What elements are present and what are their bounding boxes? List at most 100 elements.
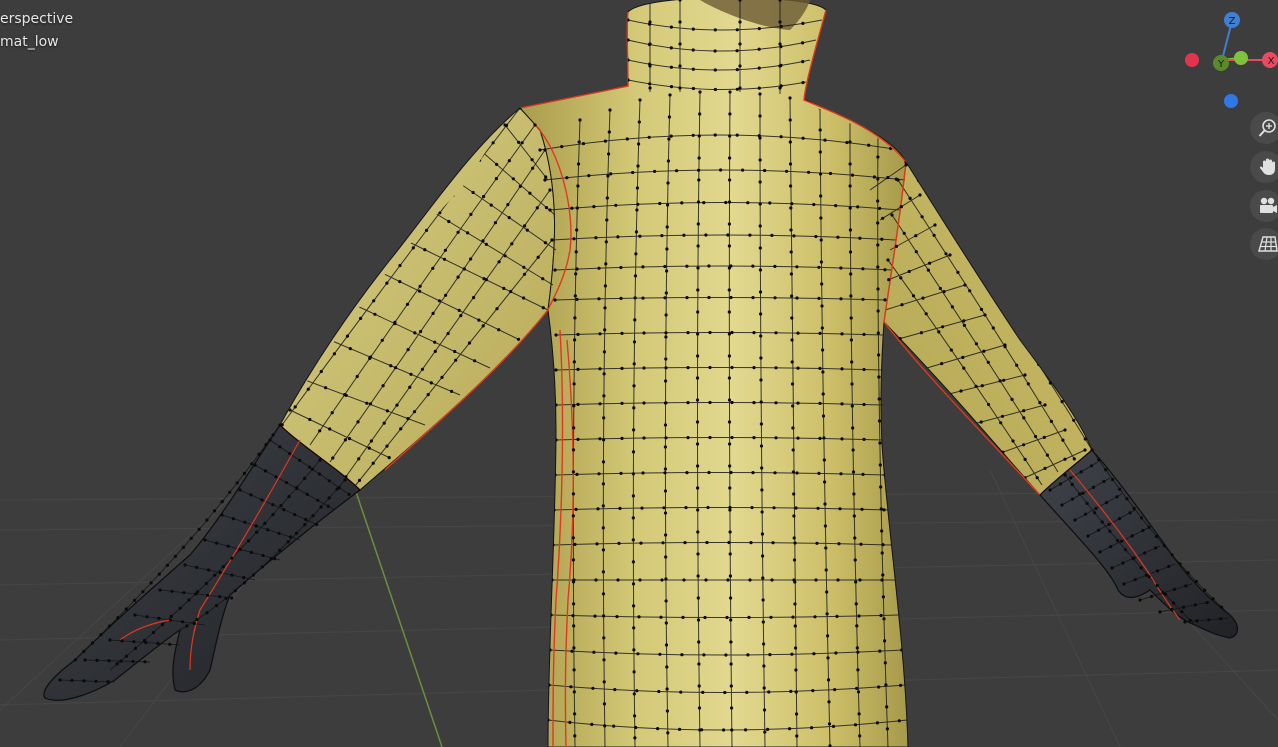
mesh-vertex <box>986 360 990 364</box>
mesh-vertex <box>697 684 701 688</box>
mesh-vertex <box>226 544 230 548</box>
mesh-vertex <box>634 230 639 234</box>
mesh-vertex <box>1048 381 1052 385</box>
mesh-vertex <box>758 180 762 184</box>
mesh-vertex <box>857 614 861 618</box>
mesh-vertex <box>686 331 690 335</box>
mesh-vertex <box>647 135 651 139</box>
gizmo-z-neg[interactable] <box>1224 94 1238 108</box>
mesh-vertex <box>665 247 669 251</box>
mesh-vertex <box>824 568 828 572</box>
mesh-vertex <box>385 409 389 413</box>
mesh-vertex <box>1089 464 1094 468</box>
mesh-vertex <box>986 402 991 407</box>
gizmo-y-label: Y <box>1217 59 1225 70</box>
mesh-vertex <box>1038 401 1042 405</box>
mesh-vertex <box>572 237 576 241</box>
gizmo-y-pos[interactable] <box>1234 51 1248 65</box>
mesh-vertex <box>774 366 778 370</box>
scene-canvas[interactable]: Z Y X <box>0 0 1278 747</box>
mesh-vertex <box>295 486 299 490</box>
mesh-vertex <box>727 398 732 402</box>
mesh-vertex <box>489 203 493 207</box>
mesh-vertex <box>631 494 636 498</box>
mesh-vertex <box>953 233 957 237</box>
mesh-vertex <box>648 20 652 24</box>
mesh-vertex <box>523 224 527 228</box>
mesh-vertex <box>620 331 624 335</box>
mesh-vertex <box>818 172 823 176</box>
axis-gizmo[interactable]: Z Y X <box>1185 12 1278 108</box>
mesh-vertex <box>106 680 110 684</box>
mesh-vertex <box>359 316 363 320</box>
mesh-vertex <box>264 443 268 447</box>
mesh-vertex <box>881 595 886 599</box>
mesh-vertex <box>440 375 444 379</box>
mesh-vertex <box>603 139 608 143</box>
mesh-vertex <box>70 678 74 683</box>
mesh-vertex <box>698 90 702 94</box>
mesh-vertex <box>831 724 836 729</box>
mesh-vertex <box>348 347 352 351</box>
mesh-vertex <box>707 470 711 475</box>
mesh-vertex <box>696 552 700 556</box>
mesh-vertex <box>332 352 336 356</box>
mesh-vertex <box>1162 544 1166 548</box>
mesh-vertex <box>637 120 641 124</box>
mesh-vertex <box>919 331 924 335</box>
mesh-vertex <box>331 456 335 460</box>
mesh-vertex <box>696 574 700 578</box>
mesh-vertex <box>696 222 700 226</box>
mesh-vertex <box>949 348 953 352</box>
mesh-vertex <box>1104 501 1109 505</box>
mesh-vertex <box>794 668 798 672</box>
zoom-button[interactable] <box>1250 112 1278 144</box>
mesh-vertex <box>648 64 652 68</box>
mesh-vertex <box>509 289 513 294</box>
mesh-vertex <box>230 573 234 577</box>
mesh-vertex <box>773 471 777 475</box>
mesh-vertex <box>878 441 882 445</box>
mesh-vertex <box>510 242 514 246</box>
mesh-vertex <box>419 329 423 334</box>
mesh-vertex <box>538 148 542 152</box>
mesh-vertex <box>1170 553 1174 557</box>
mesh-vertex <box>571 514 575 518</box>
mesh-vertex <box>942 290 946 294</box>
mesh-vertex <box>704 578 708 582</box>
mesh-vertex <box>834 651 838 655</box>
mesh-vertex <box>735 28 739 32</box>
mesh-vertex <box>859 542 863 546</box>
mesh-vertex <box>543 178 547 182</box>
mesh-vertex <box>597 266 601 270</box>
mesh-vertex <box>495 162 499 166</box>
mesh-vertex <box>1115 495 1119 499</box>
mesh-vertex <box>778 86 782 90</box>
mesh-vertex <box>729 470 733 475</box>
gizmo-x-neg[interactable] <box>1185 53 1199 67</box>
mesh-vertex <box>876 199 880 203</box>
mesh-vertex <box>792 514 796 518</box>
mesh-vertex <box>900 648 904 652</box>
mesh-vertex <box>1193 603 1197 607</box>
mesh-vertex <box>664 621 668 625</box>
mesh-vertex <box>662 506 666 510</box>
mesh-vertex <box>143 660 147 664</box>
mesh-vertex <box>744 728 748 732</box>
mesh-vertex <box>576 437 580 441</box>
mesh-vertex <box>633 274 638 278</box>
mesh-vertex <box>883 268 887 272</box>
mesh-vertex <box>99 633 103 637</box>
mesh-vertex <box>956 270 960 274</box>
ortho-toggle-button[interactable] <box>1250 228 1278 260</box>
mesh-vertex <box>293 405 297 409</box>
pan-button[interactable] <box>1250 151 1278 183</box>
mesh-vertex <box>238 488 242 492</box>
mesh-vertex <box>604 240 608 244</box>
mesh-vertex <box>157 616 161 621</box>
mesh-vertex <box>746 653 750 657</box>
camera-view-button[interactable] <box>1250 190 1278 222</box>
3d-viewport[interactable]: Z Y X erspective mat_low <box>0 0 1278 747</box>
mesh-vertex <box>303 523 307 527</box>
mesh-vertex <box>813 615 817 619</box>
